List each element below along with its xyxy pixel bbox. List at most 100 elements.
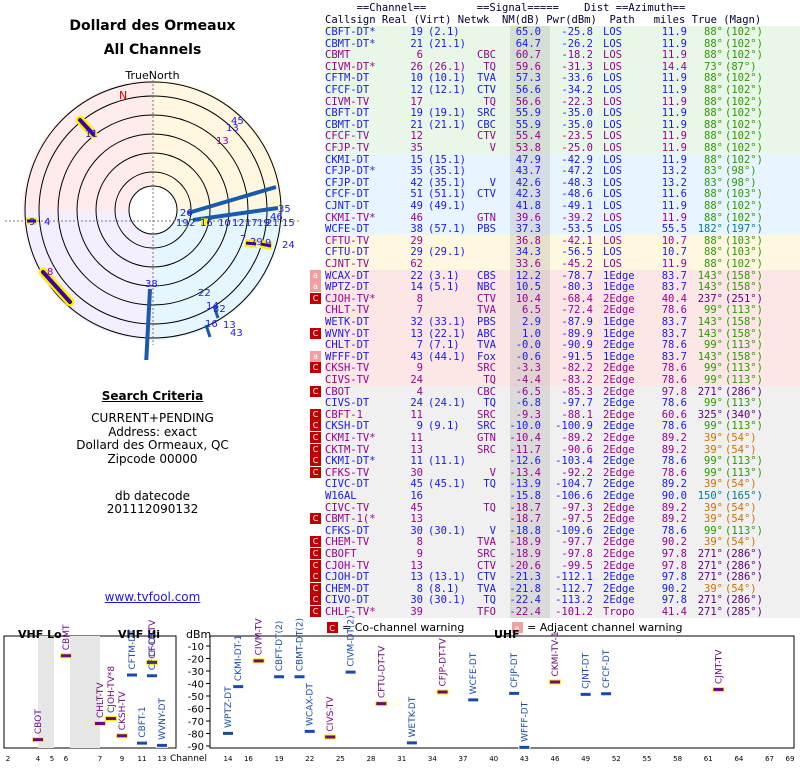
cell-az: 39° xyxy=(704,478,723,491)
cell-dist: 11.9 xyxy=(661,200,687,212)
cell-nm: 55.9 xyxy=(515,107,541,120)
x-tick-label: 52 xyxy=(612,755,621,763)
cell-call: CKSH-TV xyxy=(325,362,370,375)
y-tick-label: -40 xyxy=(188,680,204,691)
cell-az: 88° xyxy=(704,200,723,212)
svg-text:15: 15 xyxy=(282,218,295,229)
cell-mag: (197°) xyxy=(725,223,763,236)
table-row: W16AL 16 -15.8 -106.6 2Edge 90.0 150° (165°) xyxy=(325,490,800,502)
cell-mag: (102°) xyxy=(725,130,763,143)
cell-path: 1Edge xyxy=(603,269,635,282)
criteria-line: Zipcode 00000 xyxy=(107,452,198,466)
table-row: CFKS-DT 30 (30.1) V -18.8 -109.6 2Edge 78.6 99°(… xyxy=(325,524,800,537)
cell-az: 99° xyxy=(704,455,723,468)
cell-real: 13 xyxy=(410,513,423,526)
cell-real: 12 xyxy=(410,130,423,143)
cell-dist: 55.5 xyxy=(661,223,687,236)
table-row: CBFT-1 11 SRC -9.3 -88.1 2Edge 60.6 325° (340°) C xyxy=(310,408,800,421)
cell-call: CJOH-TV xyxy=(325,559,370,572)
cell-pwr: -33.6 xyxy=(561,72,593,85)
cell-az: 88° xyxy=(704,49,723,62)
search-criteria-title: Search Criteria xyxy=(101,389,204,403)
y-tick-label: -80 xyxy=(188,730,204,741)
cell-dist: 11.9 xyxy=(661,130,687,143)
table-row: CHEM-TV 8 TVA -18.9 -97.7 2Edge 90.2 39° (54°) C xyxy=(310,536,800,549)
cell-path: LOS xyxy=(603,118,622,131)
cell-virt: (21.1) xyxy=(428,37,466,50)
cell-az: 88° xyxy=(704,26,723,38)
spectrum-point xyxy=(147,674,157,678)
cell-net: TVA xyxy=(477,304,496,317)
cell-real: 21 xyxy=(410,37,423,50)
cell-net: V xyxy=(489,176,496,189)
cell-net: SRC xyxy=(477,408,496,421)
table-row: CBMT-DT* 21 (21.1) 64.7 -26.2 LOS 11.9 88° (102°… xyxy=(325,37,800,50)
spectrum-point xyxy=(117,734,127,738)
location-title: Dollard des Ormeaux xyxy=(69,18,236,34)
svg-text:22: 22 xyxy=(198,288,211,299)
spectrum-point-label: CJNT-TV xyxy=(714,649,724,684)
cell-real: 15 xyxy=(410,153,423,166)
cell-path: LOS xyxy=(603,246,622,259)
table-row: WCAX-DT 22 (3.1) CBS 12.2 -78.7 1Edge 83.7 143°(… xyxy=(310,269,800,282)
cell-nm: -9.3 xyxy=(515,408,541,421)
cell-az: 88° xyxy=(704,246,723,259)
cell-az: 39° xyxy=(704,513,723,526)
table-row: CFCF-DT 51 (51.1) CTV 42.3 -48.6 LOS 11.6 88° (10… xyxy=(325,188,800,201)
x-tick-label: 4 xyxy=(36,755,41,763)
spectrum-point xyxy=(127,673,137,677)
cell-call: CFTU-TV xyxy=(325,234,370,247)
cell-nm: -11.7 xyxy=(509,443,541,456)
cell-pwr: -82.2 xyxy=(561,362,593,375)
cell-real: 11 xyxy=(410,455,423,468)
cell-call: CFJP-DT xyxy=(325,176,370,189)
cell-nm: 10.4 xyxy=(515,292,541,305)
cell-pwr: -91.5 xyxy=(561,350,593,363)
cell-virt: (5.1) xyxy=(428,281,460,294)
cell-mag: (102°) xyxy=(725,107,763,120)
x-tick-label: 11 xyxy=(138,755,147,763)
spectrum-point-label: CBMT-DT(2) xyxy=(296,618,306,671)
table-row: WETK-DT 32 (33.1) PBS 2.9 -87.9 1Edge 83.7 143°(… xyxy=(325,316,800,328)
cell-call: CBMT-DT* xyxy=(325,37,376,50)
cell-pwr: -103.4 xyxy=(555,455,593,468)
cell-net: TVA xyxy=(477,536,496,549)
svg-text:24: 24 xyxy=(282,240,295,251)
report-subtitle: All Channels xyxy=(103,42,202,58)
spectrum-point-label: CFTM-DT xyxy=(128,629,138,670)
svg-text:13: 13 xyxy=(216,136,229,147)
cell-mag: (102°) xyxy=(725,72,763,85)
cell-real: 7 xyxy=(416,339,423,352)
cell-mag: (165°) xyxy=(725,490,763,502)
cell-dist: 90.0 xyxy=(661,490,687,502)
cell-mag: (113°) xyxy=(725,455,763,468)
cell-az: 143° xyxy=(697,327,723,340)
cell-dist: 78.6 xyxy=(661,374,687,386)
svg-text:10: 10 xyxy=(218,218,231,229)
x-tick-label: 16 xyxy=(244,755,253,763)
cell-net: TQ xyxy=(483,374,496,386)
cell-virt: (22.1) xyxy=(428,327,466,340)
table-row: WCFE-DT 38 (57.1) PBS 37.3 -53.5 LOS 55.5 182° (1… xyxy=(325,223,800,236)
cell-path: 2Edge xyxy=(603,478,635,491)
cell-pwr: -22.3 xyxy=(561,95,593,108)
cell-nm: 53.8 xyxy=(515,142,541,154)
cell-call: WETK-DT xyxy=(325,316,370,328)
cell-mag: (102°) xyxy=(725,142,763,154)
cell-dist: 97.8 xyxy=(661,548,687,560)
cell-mag: (54°) xyxy=(725,536,757,549)
cell-virt: (19.1) xyxy=(428,107,466,120)
cell-path: LOS xyxy=(603,200,622,212)
cell-dist: 10.7 xyxy=(661,246,687,259)
cell-virt: (35.1) xyxy=(428,176,466,189)
cell-virt: (21.1) xyxy=(428,118,466,131)
cell-call: CKMI-TV* xyxy=(325,432,376,444)
cell-nm: -18.7 xyxy=(509,513,541,526)
cell-az: 99° xyxy=(704,524,723,537)
svg-text:9: 9 xyxy=(265,238,271,249)
cell-path: 1Edge xyxy=(603,327,635,340)
x-tick-label: 34 xyxy=(428,755,437,763)
svg-text:C: C xyxy=(329,624,335,633)
cell-pwr: -18.2 xyxy=(561,49,593,62)
cell-az: 99° xyxy=(704,339,723,352)
